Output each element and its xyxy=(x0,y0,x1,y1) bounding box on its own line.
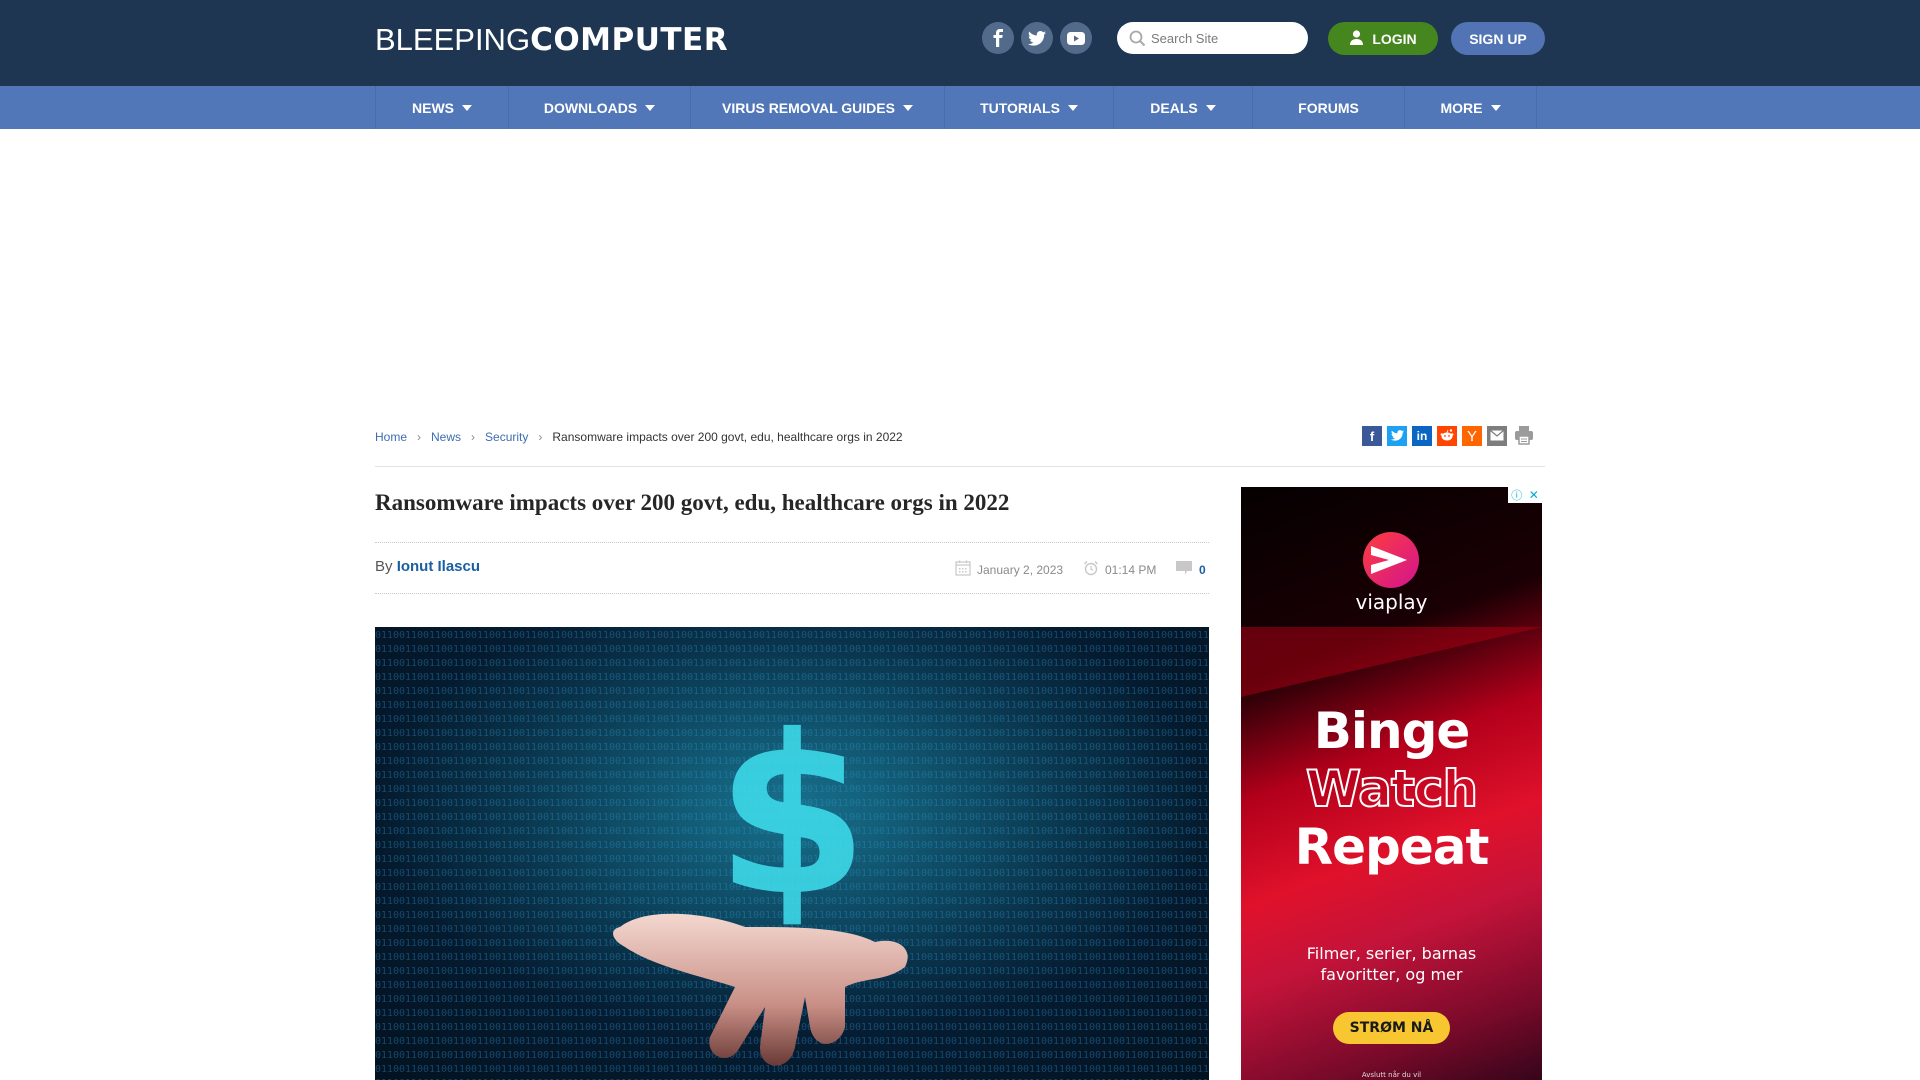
time-text: 01:14 PM xyxy=(1105,562,1157,577)
youtube-icon xyxy=(1067,31,1085,45)
ad-headline-line: Binge xyxy=(1313,702,1471,760)
ad-close-icon[interactable]: ✕ xyxy=(1529,488,1539,502)
article-title: Ransomware impacts over 200 govt, edu, h… xyxy=(375,490,1010,515)
search-icon[interactable] xyxy=(1129,30,1146,52)
nav-label: FORUMS xyxy=(1298,99,1359,116)
facebook-link[interactable] xyxy=(982,22,1014,54)
divider xyxy=(375,593,1209,594)
comments-link[interactable]: 0 xyxy=(1175,560,1206,579)
nav-item-news[interactable]: NEWS xyxy=(376,86,509,129)
ad-headline-line: Watch xyxy=(1305,759,1479,819)
breadcrumb-news[interactable]: News xyxy=(431,430,461,444)
nav-label: TUTORIALS xyxy=(980,99,1060,116)
breadcrumb: Home › News › Security › Ransomware impa… xyxy=(375,430,903,444)
nav-item-downloads[interactable]: DOWNLOADS xyxy=(509,86,691,129)
reddit-share-icon xyxy=(1440,428,1454,444)
print-button[interactable] xyxy=(1514,425,1534,448)
caret-down-icon xyxy=(1490,104,1501,111)
ad-info-icon[interactable]: ⓘ xyxy=(1511,487,1522,503)
login-button[interactable]: LOGIN xyxy=(1328,22,1438,55)
ad-subtext-line: Filmer, serier, barnas xyxy=(1306,944,1477,963)
article-hero-image: 0110 $ xyxy=(375,627,1209,1080)
linkedin-share-icon: in xyxy=(1416,429,1428,443)
advertisement-banner[interactable]: ⓘ ✕ viaplay Binge Watch Repeat Filmer, s… xyxy=(1241,487,1542,1080)
hackernews-share-button[interactable]: Y xyxy=(1462,426,1482,446)
site-header: BLEEPINGCOMPUTER LOGIN SIGN UP xyxy=(0,0,1920,86)
search-box[interactable] xyxy=(1117,22,1308,54)
nav-label: DOWNLOADS xyxy=(543,99,638,116)
search-input[interactable] xyxy=(1151,28,1301,48)
logo-text-light: BLEEPING xyxy=(375,22,531,57)
ad-subtext-line: favoritter, og mer xyxy=(1320,965,1463,984)
breadcrumb-security[interactable]: Security xyxy=(485,430,528,444)
chevron-right-icon: › xyxy=(471,430,476,444)
article-date: January 2, 2023 xyxy=(955,560,1063,579)
linkedin-share-button[interactable]: in xyxy=(1412,426,1432,446)
nav-label: MORE xyxy=(1440,99,1483,116)
ad-headline-line: Repeat xyxy=(1294,818,1490,876)
breadcrumb-current: Ransomware impacts over 200 govt, edu, h… xyxy=(552,430,903,444)
nav-item-forums[interactable]: FORUMS xyxy=(1253,86,1405,129)
email-share-icon xyxy=(1490,429,1504,444)
nav-label: VIRUS REMOVAL GUIDES xyxy=(722,99,895,116)
login-label: LOGIN xyxy=(1372,30,1417,47)
facebook-icon xyxy=(992,29,1004,47)
alarm-clock-icon xyxy=(1083,560,1099,579)
twitter-share-icon xyxy=(1390,429,1404,444)
youtube-link[interactable] xyxy=(1060,22,1092,54)
breadcrumb-divider xyxy=(375,466,1545,467)
nav-item-more[interactable]: MORE xyxy=(1405,86,1537,129)
caret-down-icon xyxy=(1067,104,1078,111)
comment-count: 0 xyxy=(1199,562,1206,577)
logo-text-bold: COMPUTER xyxy=(530,22,729,58)
email-share-button[interactable] xyxy=(1487,426,1507,446)
nav-label: DEALS xyxy=(1150,99,1198,116)
chevron-right-icon: › xyxy=(417,430,422,444)
dollar-sign-glyph: $ xyxy=(715,688,868,944)
article-byline: By Ionut Ilascu xyxy=(375,558,480,575)
signup-label: SIGN UP xyxy=(1469,30,1527,47)
ad-decoration xyxy=(1241,627,1542,697)
print-icon xyxy=(1514,425,1534,448)
caret-down-icon xyxy=(645,104,656,111)
signup-button[interactable]: SIGN UP xyxy=(1451,22,1545,55)
caret-down-icon xyxy=(902,104,913,111)
twitter-icon xyxy=(1028,30,1046,46)
ad-footer-text: Avslutt når du vil xyxy=(1361,1071,1422,1079)
date-text: January 2, 2023 xyxy=(977,562,1064,577)
caret-down-icon xyxy=(462,104,472,111)
nav-item-virus-removal-guides[interactable]: VIRUS REMOVAL GUIDES xyxy=(691,86,945,129)
facebook-share-icon: f xyxy=(1369,428,1375,444)
ad-cta-button[interactable]: STRØM NÅ xyxy=(1333,1012,1450,1044)
facebook-share-button[interactable]: f xyxy=(1362,426,1382,446)
twitter-share-button[interactable] xyxy=(1387,426,1407,446)
author-link[interactable]: Ionut Ilascu xyxy=(397,558,480,575)
twitter-link[interactable] xyxy=(1021,22,1053,54)
nav-item-tutorials[interactable]: TUTORIALS xyxy=(945,86,1114,129)
article-time: 01:14 PM xyxy=(1083,560,1156,579)
divider xyxy=(375,542,1209,543)
binary-dollar-hand-illustration: 0110 $ xyxy=(375,627,1209,1080)
site-logo[interactable]: BLEEPINGCOMPUTER xyxy=(375,22,728,58)
ad-headline: Binge Watch Repeat xyxy=(1241,702,1542,876)
chevron-right-icon: › xyxy=(538,430,543,444)
reddit-share-button[interactable] xyxy=(1437,426,1457,446)
ad-subtext: Filmer, serier, barnas favoritter, og me… xyxy=(1241,943,1542,985)
ad-brand: viaplay xyxy=(1355,590,1428,614)
caret-down-icon xyxy=(1205,104,1216,111)
user-icon xyxy=(1349,29,1364,48)
hackernews-share-icon: Y xyxy=(1466,427,1477,445)
ad-choices[interactable]: ⓘ ✕ xyxy=(1508,487,1542,503)
comment-icon xyxy=(1175,560,1193,579)
nav-item-deals[interactable]: DEALS xyxy=(1114,86,1253,129)
viaplay-logo-icon xyxy=(1363,532,1419,588)
calendar-icon xyxy=(955,560,971,579)
breadcrumb-home[interactable]: Home xyxy=(375,430,407,444)
main-nav: NEWS DOWNLOADS VIRUS REMOVAL GUIDES TUTO… xyxy=(0,86,1920,129)
nav-label: NEWS xyxy=(412,99,454,116)
by-label: By xyxy=(375,558,393,575)
